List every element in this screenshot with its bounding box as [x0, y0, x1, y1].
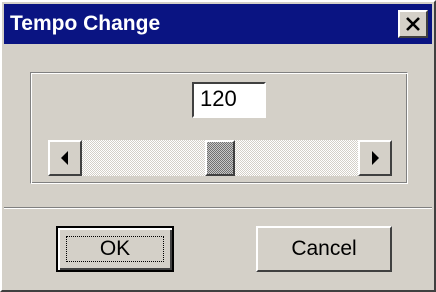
tempo-slider[interactable] [48, 140, 392, 176]
scroll-left-button[interactable] [48, 140, 82, 176]
tempo-change-dialog: Tempo Change 120 OK Cancel [0, 0, 436, 292]
scroll-right-button[interactable] [358, 140, 392, 176]
focus-rectangle [66, 236, 164, 262]
title-bar: Tempo Change [4, 4, 432, 44]
cancel-button[interactable]: Cancel [256, 226, 392, 272]
cancel-button-label: Cancel [291, 237, 357, 260]
slider-thumb[interactable] [205, 140, 235, 176]
close-button[interactable] [398, 10, 428, 38]
slider-track[interactable] [82, 140, 358, 176]
tempo-value-field[interactable]: 120 [192, 82, 266, 118]
arrow-right-icon [372, 151, 379, 165]
close-icon [406, 17, 420, 31]
arrow-left-icon [61, 151, 68, 165]
window-title: Tempo Change [10, 12, 161, 35]
ok-button[interactable]: OK [56, 226, 174, 272]
separator [4, 207, 432, 209]
